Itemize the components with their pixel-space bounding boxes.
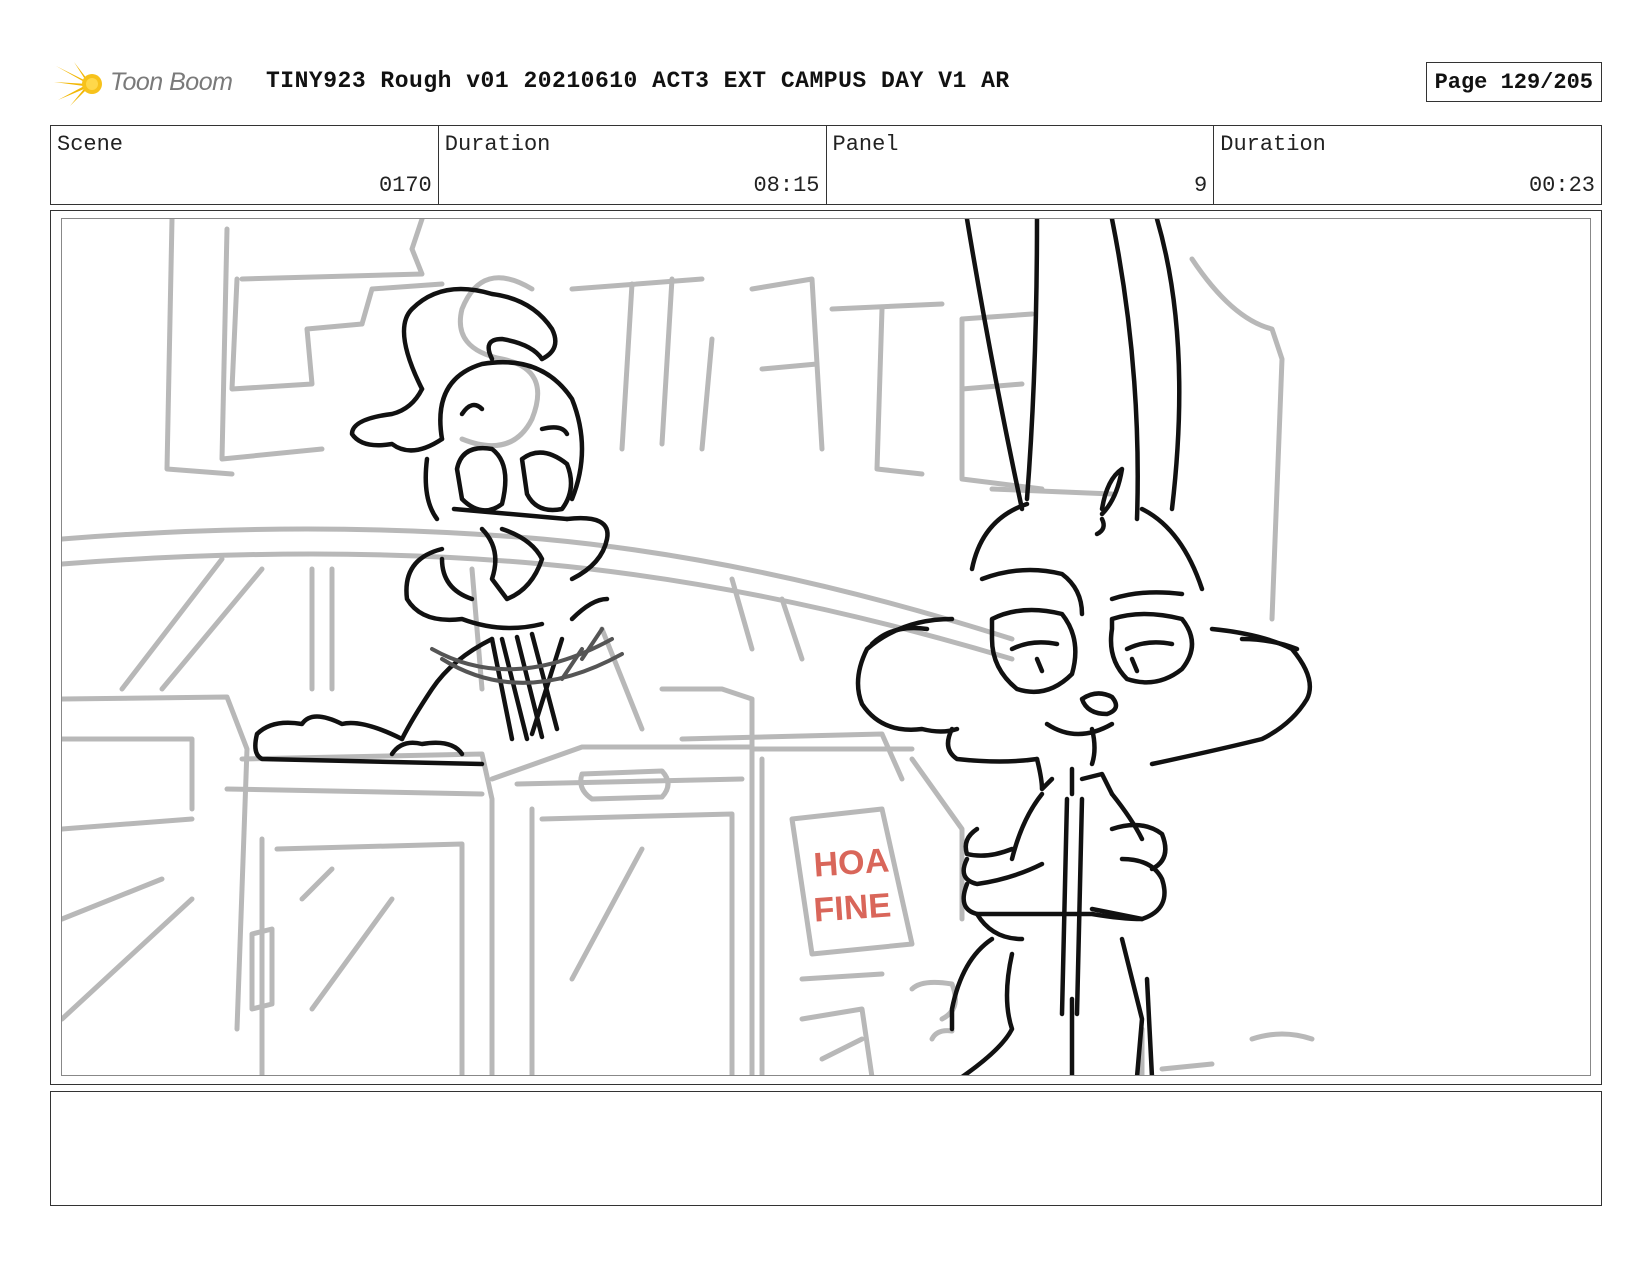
panel-duration-label: Duration [1220,132,1326,157]
scene-info-row: Scene 0170 Duration 08:15 Panel 9 Durati… [50,125,1602,205]
panel-artwork: HOA FINE [61,218,1591,1076]
hoa-fine-sign: HOA FINE [812,841,892,929]
toon-boom-logo: Toon Boom [54,60,254,108]
scene-duration-value: 08:15 [753,173,820,198]
panel-duration-cell: Duration 00:23 [1214,126,1601,204]
storyboard-panel: HOA FINE [50,210,1602,1085]
scene-duration-label: Duration [444,132,551,157]
scene-value: 0170 [378,173,432,198]
panel-cell: Panel 9 [827,126,1215,204]
panel-label: Panel [832,132,899,157]
scene-label: Scene [57,132,124,157]
bunny-character-sketch [855,219,1313,1075]
sign-line-2: FINE [812,886,892,929]
scene-duration-cell: Duration 08:15 [439,126,827,204]
scene-cell: Scene 0170 [51,126,439,204]
panel-notes [50,1091,1602,1206]
sunburst-icon [54,62,102,106]
storyboard-sketch: HOA FINE [62,219,1315,1075]
page-header: Toon Boom TINY923 Rough v01 20210610 ACT… [52,58,1602,110]
sign-line-1: HOA [812,841,890,884]
panel-duration-value: 00:23 [1528,173,1595,198]
panel-value: 9 [1194,173,1208,198]
brand-name: Toon Boom [110,68,233,96]
page-indicator: Page 129/205 [1425,62,1602,102]
document-title: TINY923 Rough v01 20210610 ACT3 EXT CAMP… [266,68,1010,94]
